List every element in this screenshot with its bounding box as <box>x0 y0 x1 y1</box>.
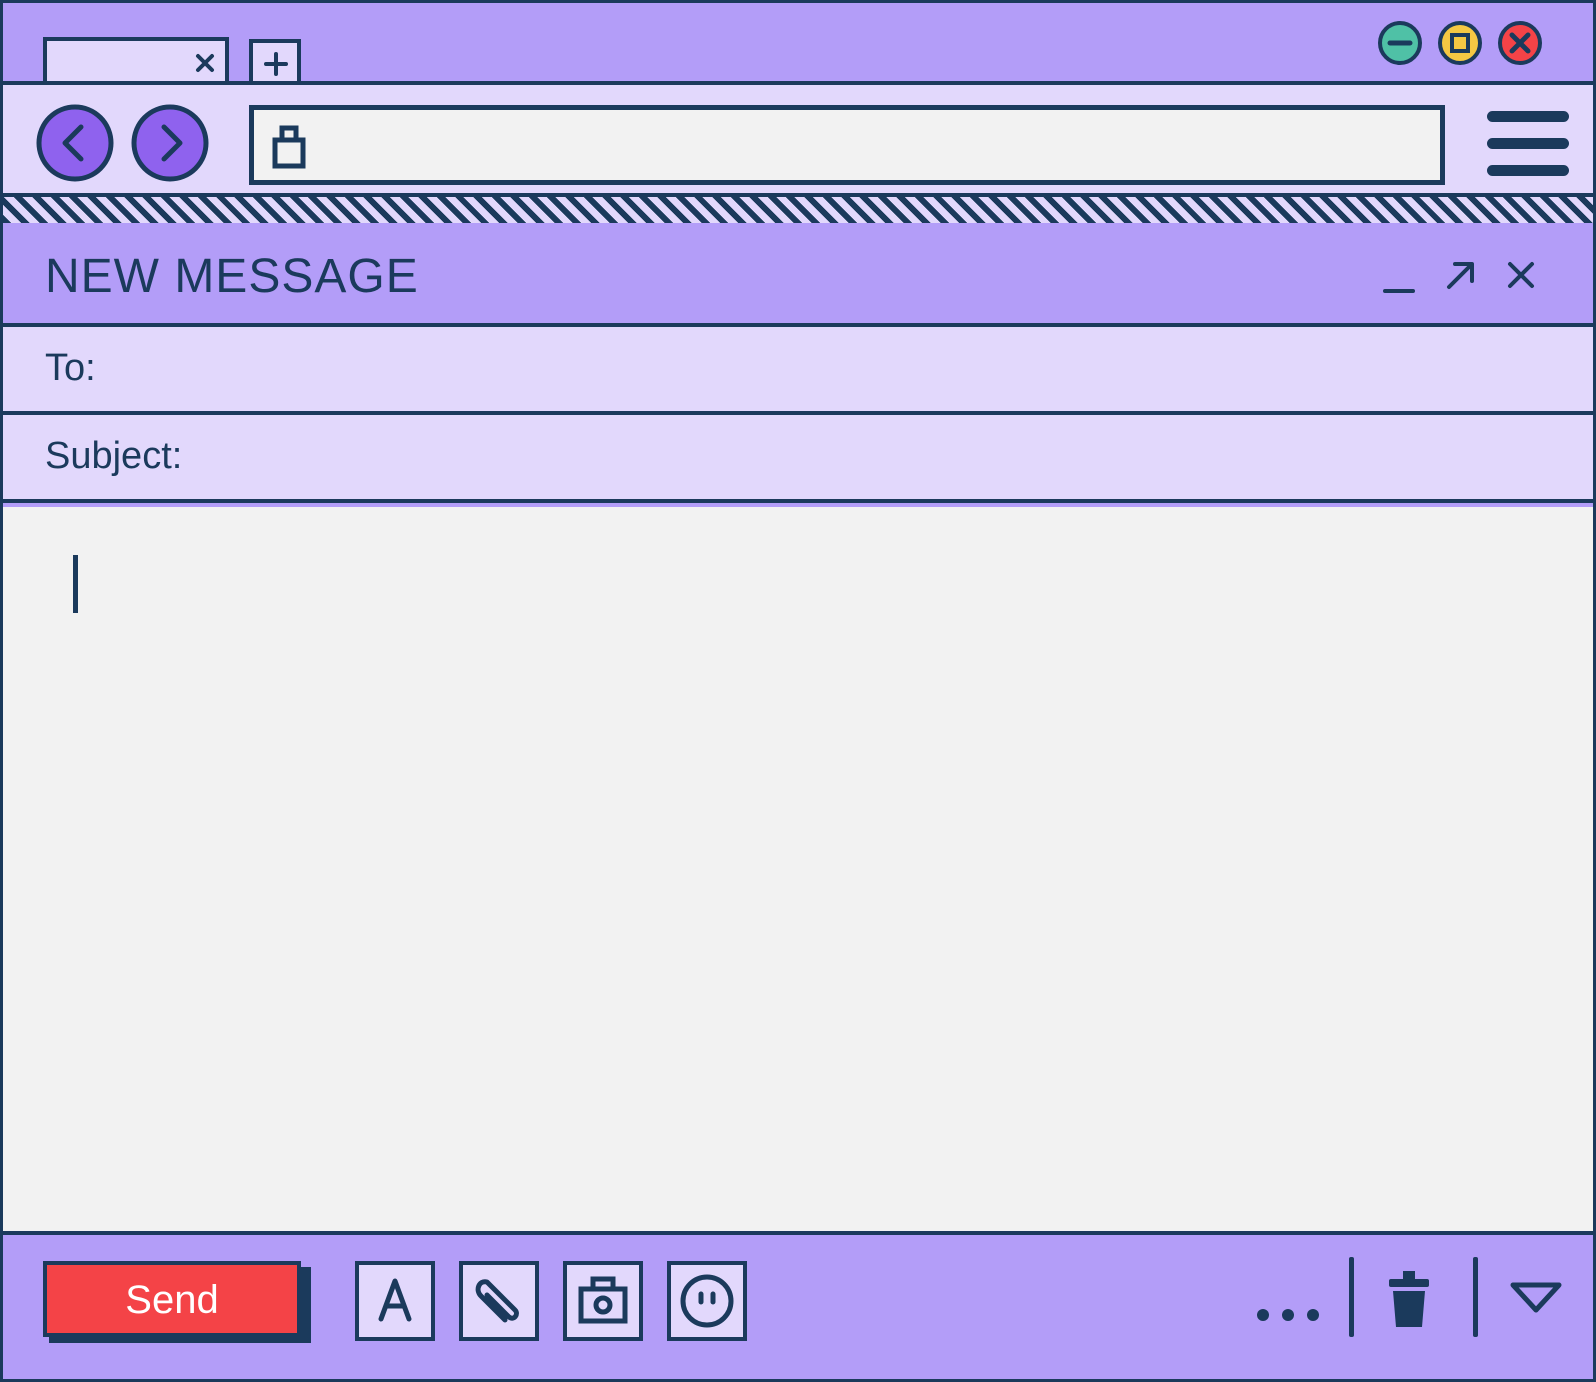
emoji-icon <box>680 1274 734 1328</box>
to-label: To: <box>45 347 96 389</box>
camera-icon <box>578 1276 628 1324</box>
format-text-button[interactable] <box>355 1261 435 1341</box>
close-icon[interactable] <box>1501 255 1541 295</box>
message-body <box>3 507 1593 1235</box>
expand-icon[interactable] <box>1441 255 1481 295</box>
hamburger-icon-line <box>1487 138 1569 149</box>
plus-icon <box>264 52 288 76</box>
text-cursor <box>73 555 78 613</box>
to-field: To: <box>3 327 1593 415</box>
compose-title: NEW MESSAGE <box>45 250 419 303</box>
minimize-icon[interactable] <box>1379 255 1419 295</box>
close-icon[interactable] <box>193 51 217 75</box>
maximize-icon <box>1438 21 1482 65</box>
menu-button[interactable] <box>1487 111 1569 177</box>
navigation-bar <box>3 81 1593 197</box>
paperclip-icon <box>475 1279 519 1323</box>
window-maximize-button[interactable] <box>1437 20 1483 66</box>
subject-field: Subject: <box>3 415 1593 503</box>
close-icon <box>1498 21 1542 65</box>
email-compose-window: NEW MESSAGE To: Subject: Send <box>0 0 1596 1382</box>
hatch-divider <box>3 197 1593 223</box>
insert-photo-button[interactable] <box>563 1261 643 1341</box>
chevron-left-icon <box>36 104 114 182</box>
window-minimize-button[interactable] <box>1377 20 1423 66</box>
compose-header: NEW MESSAGE <box>3 223 1593 327</box>
send-button[interactable]: Send <box>43 1261 301 1337</box>
toolbar-divider <box>1473 1257 1478 1337</box>
lock-icon <box>272 125 306 169</box>
url-input[interactable] <box>314 110 1428 182</box>
toolbar-divider <box>1349 1257 1354 1337</box>
attach-file-button[interactable] <box>459 1261 539 1341</box>
insert-emoji-button[interactable] <box>667 1261 747 1341</box>
subject-label: Subject: <box>45 435 183 477</box>
triangle-down-icon[interactable] <box>1509 1281 1563 1315</box>
window-close-button[interactable] <box>1497 20 1543 66</box>
message-body-input[interactable] <box>63 547 1547 1191</box>
forward-button[interactable] <box>130 103 210 183</box>
hamburger-icon-line <box>1487 111 1569 122</box>
back-button[interactable] <box>35 103 115 183</box>
browser-tab[interactable] <box>43 37 229 87</box>
address-bar[interactable] <box>249 105 1445 185</box>
minimize-icon <box>1378 21 1422 65</box>
new-tab-button[interactable] <box>249 39 301 83</box>
more-dots-icon[interactable] <box>1253 1305 1323 1325</box>
text-format-icon <box>378 1278 412 1322</box>
hamburger-icon-line <box>1487 165 1569 176</box>
subject-input[interactable] <box>213 425 1573 491</box>
trash-icon[interactable] <box>1387 1269 1431 1329</box>
to-input[interactable] <box>113 337 1573 403</box>
tab-bar <box>3 3 1593 87</box>
compose-toolbar: Send <box>3 1235 1593 1379</box>
chevron-right-icon <box>131 104 209 182</box>
